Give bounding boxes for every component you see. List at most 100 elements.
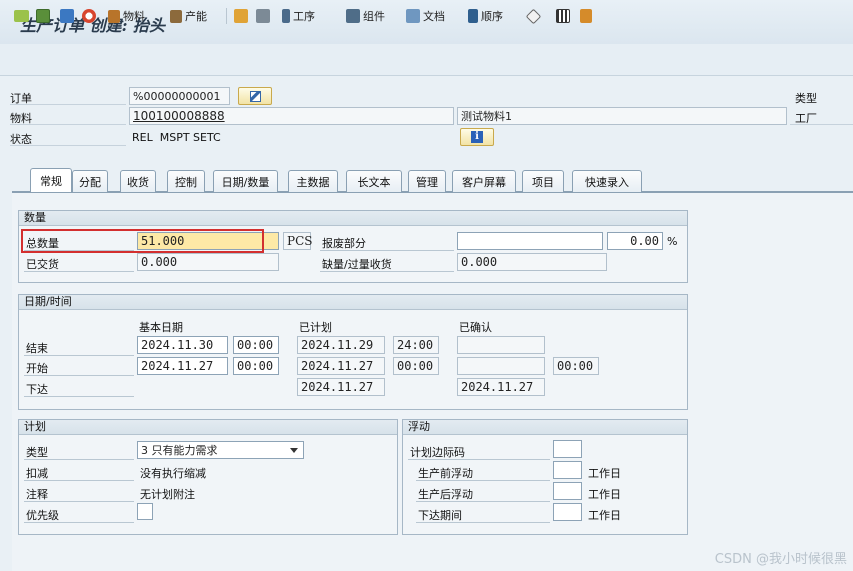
float-after-field[interactable] bbox=[553, 482, 582, 500]
order-field[interactable]: %00000000001 bbox=[129, 87, 230, 105]
capacity-icon bbox=[170, 9, 182, 23]
release-period-label: 下达期间 bbox=[418, 509, 462, 522]
start-confirmed-date bbox=[457, 357, 545, 375]
capacity-button[interactable]: 产能 bbox=[170, 6, 207, 26]
reduction-label: 扣减 bbox=[26, 467, 48, 480]
components-button[interactable]: 组件 bbox=[346, 6, 385, 26]
tab-customer-screen[interactable]: 客户屏幕 bbox=[452, 170, 516, 192]
status-info-button[interactable]: i bbox=[460, 128, 494, 146]
start-basic-date[interactable]: 2024.11.27 bbox=[137, 357, 228, 375]
sequences-button[interactable]: 顺序 bbox=[468, 6, 503, 26]
end-basic-date[interactable]: 2024.11.30 bbox=[137, 336, 228, 354]
material-field[interactable]: 100100008888 bbox=[129, 107, 454, 125]
quantity-group-header: 数量 bbox=[19, 211, 687, 226]
documents-button[interactable]: 文档 bbox=[406, 6, 445, 26]
tab-goods-receipt[interactable]: 收货 bbox=[120, 170, 156, 192]
operations-button[interactable]: 工序 bbox=[282, 6, 315, 26]
watermark: CSDN @我小时候很黑 bbox=[714, 552, 847, 567]
end-basic-time[interactable]: 00:00 bbox=[233, 336, 279, 354]
dates-group-header: 日期/时间 bbox=[19, 295, 687, 310]
float-before-underline bbox=[416, 480, 550, 481]
priority-label: 优先级 bbox=[26, 509, 59, 522]
note-value: 无计划附注 bbox=[140, 488, 195, 501]
tab-strip: 常规 分配 收货 控制 日期/数量 主数据 长文本 管理 客户屏幕 项目 快速录… bbox=[0, 168, 853, 192]
scrap-label: 报废部分 bbox=[322, 237, 366, 250]
tree-icon[interactable] bbox=[580, 6, 592, 26]
operations-icon bbox=[282, 9, 290, 23]
planning-type-dropdown[interactable]: 3 只有能力需求 bbox=[137, 441, 304, 459]
release-scheduled-date: 2024.11.27 bbox=[297, 378, 385, 396]
shortage-underline bbox=[320, 271, 454, 272]
type-label: 类型 bbox=[795, 92, 817, 105]
print-icon[interactable] bbox=[256, 6, 270, 26]
tab-assignment[interactable]: 分配 bbox=[72, 170, 108, 192]
order-underline bbox=[10, 104, 126, 105]
tab-control[interactable]: 控制 bbox=[167, 170, 205, 192]
grid-icon[interactable] bbox=[556, 6, 570, 26]
planning-type-label: 类型 bbox=[26, 446, 48, 459]
note-label: 注释 bbox=[26, 488, 48, 501]
sm-key-field[interactable] bbox=[553, 440, 582, 458]
material-button[interactable]: 物料 bbox=[108, 6, 145, 26]
shortage-label: 缺量/过量收货 bbox=[322, 258, 392, 271]
float-after-label: 生产后浮动 bbox=[418, 488, 473, 501]
pencil-icon bbox=[249, 90, 261, 102]
scrap-underline bbox=[320, 250, 454, 251]
scheduled-header: 已计划 bbox=[299, 321, 332, 334]
flag-icon[interactable] bbox=[14, 6, 29, 26]
confirmed-header: 已确认 bbox=[459, 321, 492, 334]
start-label: 开始 bbox=[26, 362, 48, 375]
note-underline bbox=[24, 501, 134, 502]
material-description: 测试物料1 bbox=[457, 107, 787, 125]
edit-button[interactable] bbox=[238, 87, 272, 105]
start-scheduled-time: 00:00 bbox=[393, 357, 439, 375]
reduction-value: 没有执行缩减 bbox=[140, 467, 206, 480]
start-scheduled-date: 2024.11.27 bbox=[297, 357, 385, 375]
priority-field[interactable] bbox=[137, 503, 153, 520]
lifebuoy-icon[interactable] bbox=[82, 6, 96, 26]
unit-field[interactable]: PCS bbox=[283, 232, 312, 250]
dropdown-arrow-icon bbox=[290, 448, 298, 453]
delivered-underline bbox=[24, 271, 134, 272]
scrap-field[interactable] bbox=[457, 232, 603, 250]
release-period-field[interactable] bbox=[553, 503, 582, 521]
delivered-label: 已交货 bbox=[26, 258, 59, 271]
release-label: 下达 bbox=[26, 383, 48, 396]
end-underline bbox=[24, 355, 134, 356]
status-value: REL MSPT SETC bbox=[132, 131, 221, 144]
reduction-underline bbox=[24, 480, 134, 481]
hierarchy-icon[interactable] bbox=[234, 6, 248, 26]
tab-long-text[interactable]: 长文本 bbox=[346, 170, 402, 192]
float-group-header: 浮动 bbox=[403, 420, 687, 435]
float-after-underline bbox=[416, 501, 550, 502]
sequences-icon bbox=[468, 9, 478, 23]
float-before-field[interactable] bbox=[553, 461, 582, 479]
calculator-icon[interactable] bbox=[60, 6, 74, 26]
planning-group-header: 计划 bbox=[19, 420, 397, 435]
float-before-unit: 工作日 bbox=[588, 467, 621, 480]
percent-sign: % bbox=[667, 235, 678, 248]
release-period-underline bbox=[416, 522, 550, 523]
float-before-label: 生产前浮动 bbox=[418, 467, 473, 480]
tab-general[interactable]: 常规 bbox=[30, 168, 72, 192]
sm-key-label: 计划边际码 bbox=[410, 446, 465, 459]
document-check-icon[interactable] bbox=[36, 6, 50, 26]
end-scheduled-date: 2024.11.29 bbox=[297, 336, 385, 354]
tab-project[interactable]: 项目 bbox=[522, 170, 564, 192]
tab-fast-entry[interactable]: 快速录入 bbox=[572, 170, 642, 192]
end-label: 结束 bbox=[26, 342, 48, 355]
tab-dates-quantities[interactable]: 日期/数量 bbox=[213, 170, 278, 192]
start-confirmed-time: 00:00 bbox=[553, 357, 599, 375]
scrap-percent-field[interactable]: 0.00 bbox=[607, 232, 663, 250]
documents-icon bbox=[406, 9, 420, 23]
toolbar-separator bbox=[226, 8, 227, 24]
plant-underline bbox=[790, 124, 853, 125]
tab-administration[interactable]: 管理 bbox=[408, 170, 446, 192]
end-confirmed-date bbox=[457, 336, 545, 354]
start-basic-time[interactable]: 00:00 bbox=[233, 357, 279, 375]
shortage-field: 0.000 bbox=[457, 253, 607, 271]
cube-icon[interactable] bbox=[525, 6, 542, 26]
release-underline bbox=[24, 396, 134, 397]
sm-key-underline bbox=[408, 459, 550, 460]
tab-master-data[interactable]: 主数据 bbox=[288, 170, 338, 192]
